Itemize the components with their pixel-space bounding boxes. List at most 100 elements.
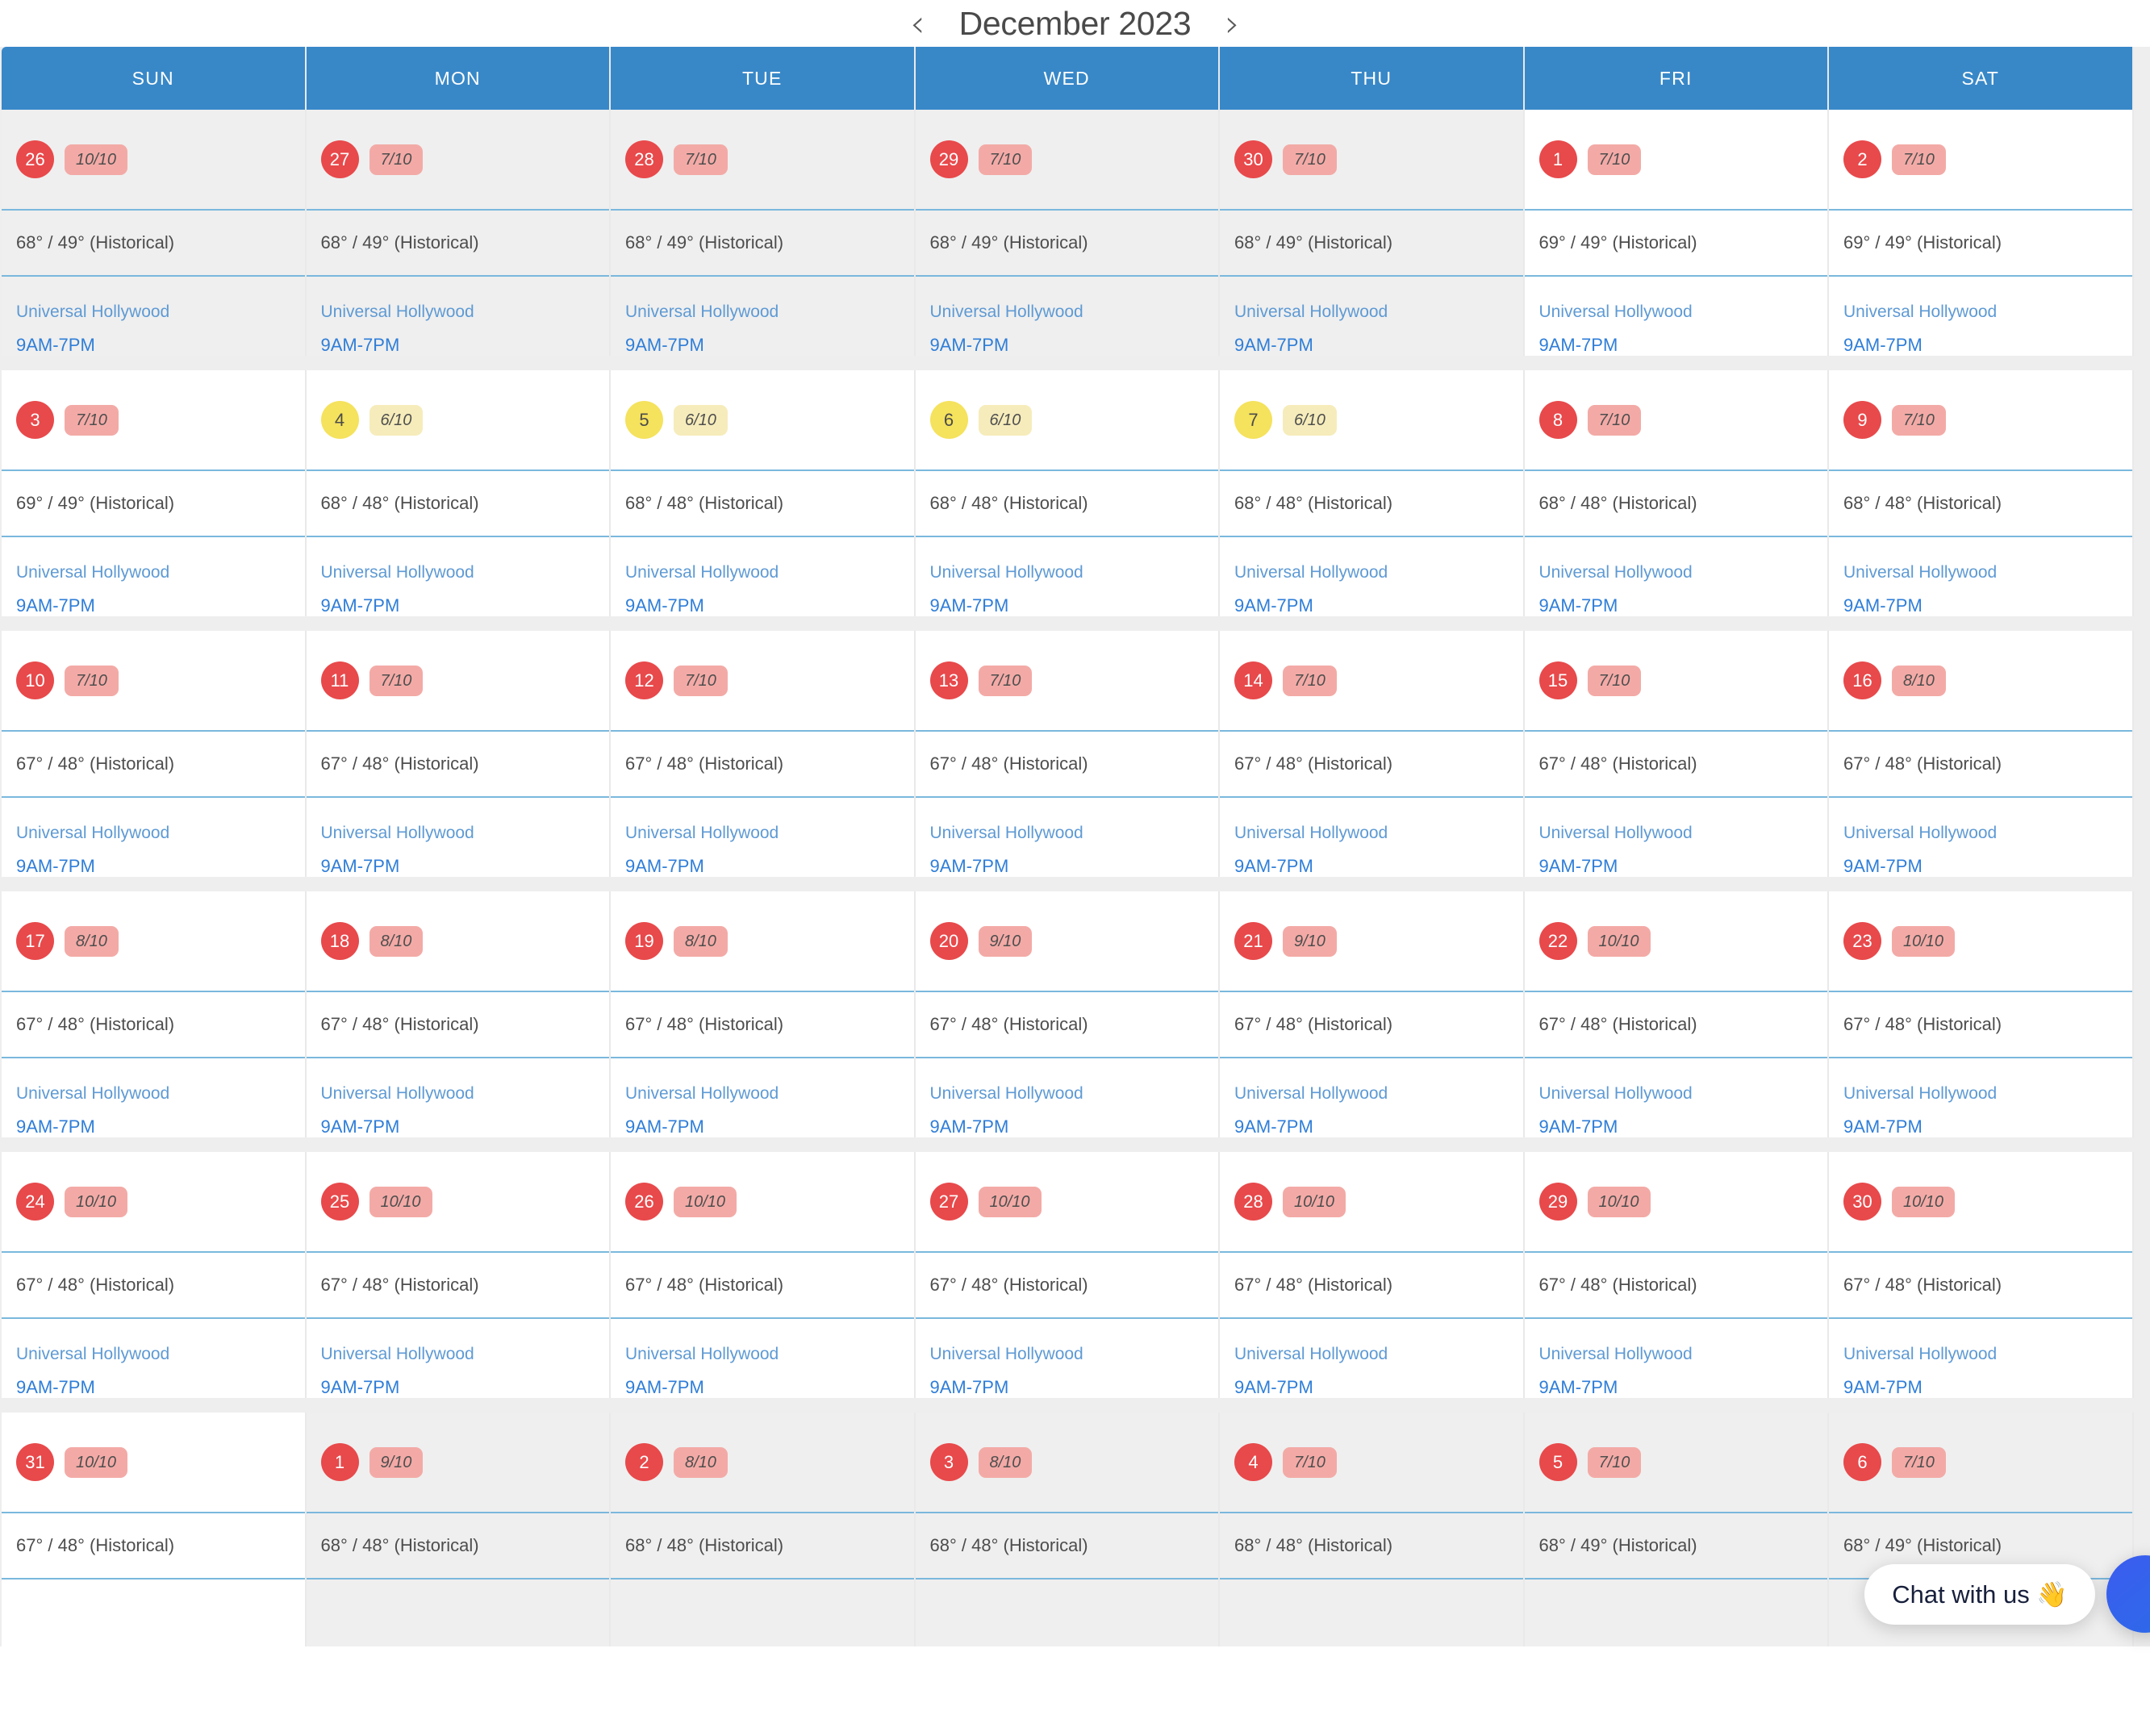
chat-widget[interactable]: Chat with us 👋 [1864, 1555, 2150, 1633]
date-badge[interactable]: 6 [929, 401, 968, 439]
day-cell-2[interactable]: 2 7/10 69° / 49° (Historical) Universal Hol… [1829, 110, 2134, 356]
date-badge[interactable]: 30 [1843, 1183, 1881, 1221]
day-cell-21[interactable]: 21 9/10 67° / 48° (Historical) Universal Ho… [1220, 891, 1525, 1137]
date-badge[interactable]: 27 [320, 140, 359, 178]
day-cell-26[interactable]: 26 10/10 68° / 49° (Historical) Universal H… [2, 110, 307, 356]
date-badge[interactable]: 2 [625, 1443, 663, 1481]
event-park-link[interactable]: Universal Hollywood [930, 1084, 1204, 1104]
day-cell-17[interactable]: 17 8/10 67° / 48° (Historical) Universal Ho… [2, 891, 307, 1137]
event-park-link[interactable]: Universal Hollywood [16, 1345, 290, 1364]
date-badge[interactable]: 1 [1538, 140, 1577, 178]
event-hours-link[interactable]: 9AM-7PM [16, 1116, 290, 1137]
event-hours-link[interactable]: 9AM-7PM [1539, 856, 1814, 877]
event-park-link[interactable]: Universal Hollywood [321, 824, 595, 843]
date-badge[interactable]: 10 [16, 661, 54, 699]
event-park-link[interactable]: Universal Hollywood [1843, 563, 2118, 582]
day-cell-27[interactable]: 27 10/10 67° / 48° (Historical) Universal H… [915, 1152, 1220, 1398]
event-hours-link[interactable]: 9AM-7PM [1539, 1377, 1814, 1398]
date-badge[interactable]: 1 [320, 1443, 359, 1481]
event-park-link[interactable]: Universal Hollywood [321, 1345, 595, 1364]
day-cell-20[interactable]: 20 9/10 67° / 48° (Historical) Universal Ho… [915, 891, 1220, 1137]
day-cell-1[interactable]: 1 7/10 69° / 49° (Historical) Universal Hol… [1524, 110, 1829, 356]
day-cell-26[interactable]: 26 10/10 67° / 48° (Historical) Universal H… [611, 1152, 916, 1398]
day-cell-13[interactable]: 13 7/10 67° / 48° (Historical) Universal Ho… [915, 631, 1220, 877]
event-hours-link[interactable]: 9AM-7PM [930, 595, 1204, 616]
event-park-link[interactable]: Universal Hollywood [625, 303, 900, 322]
event-park-link[interactable]: Universal Hollywood [930, 563, 1204, 582]
event-hours-link[interactable]: 9AM-7PM [16, 335, 290, 356]
day-cell-6[interactable]: 6 6/10 68° / 48° (Historical) Universal Hol… [915, 370, 1220, 616]
date-badge[interactable]: 7 [1234, 401, 1272, 439]
day-cell-18[interactable]: 18 8/10 67° / 48° (Historical) Universal Ho… [306, 891, 611, 1137]
day-cell-28[interactable]: 28 7/10 68° / 49° (Historical) Universal Ho… [611, 110, 916, 356]
day-cell-30[interactable]: 30 10/10 67° / 48° (Historical) Universal H… [1829, 1152, 2134, 1398]
event-park-link[interactable]: Universal Hollywood [16, 563, 290, 582]
event-hours-link[interactable]: 9AM-7PM [625, 335, 900, 356]
date-badge[interactable]: 8 [1538, 401, 1577, 439]
day-cell-11[interactable]: 11 7/10 67° / 48° (Historical) Universal Ho… [306, 631, 611, 877]
date-badge[interactable]: 5 [1538, 1443, 1577, 1481]
chat-launcher-icon[interactable] [2106, 1555, 2150, 1633]
event-hours-link[interactable]: 9AM-7PM [1843, 1377, 2118, 1398]
event-park-link[interactable]: Universal Hollywood [625, 824, 900, 843]
day-cell-29[interactable]: 29 10/10 67° / 48° (Historical) Universal H… [1524, 1152, 1829, 1398]
event-hours-link[interactable]: 9AM-7PM [1234, 1116, 1509, 1137]
date-badge[interactable]: 13 [929, 661, 968, 699]
event-hours-link[interactable]: 9AM-7PM [1843, 1116, 2118, 1137]
day-cell-5[interactable]: 5 7/10 68° / 49° (Historical) [1524, 1413, 1829, 1646]
day-cell-29[interactable]: 29 7/10 68° / 49° (Historical) Universal Ho… [915, 110, 1220, 356]
date-badge[interactable]: 16 [1843, 661, 1881, 699]
date-badge[interactable]: 18 [320, 922, 359, 960]
event-hours-link[interactable]: 9AM-7PM [1234, 856, 1509, 877]
event-hours-link[interactable]: 9AM-7PM [625, 1377, 900, 1398]
event-hours-link[interactable]: 9AM-7PM [1234, 335, 1509, 356]
date-badge[interactable]: 29 [929, 140, 968, 178]
previous-month-icon[interactable]: ‹ [907, 5, 928, 42]
day-cell-3[interactable]: 3 8/10 68° / 48° (Historical) [915, 1413, 1220, 1646]
date-badge[interactable]: 26 [625, 1183, 663, 1221]
event-park-link[interactable]: Universal Hollywood [1843, 1345, 2118, 1364]
event-hours-link[interactable]: 9AM-7PM [1234, 595, 1509, 616]
date-badge[interactable]: 3 [929, 1443, 968, 1481]
date-badge[interactable]: 29 [1538, 1183, 1577, 1221]
event-hours-link[interactable]: 9AM-7PM [321, 1377, 595, 1398]
event-hours-link[interactable]: 9AM-7PM [930, 335, 1204, 356]
event-park-link[interactable]: Universal Hollywood [1234, 303, 1509, 322]
date-badge[interactable]: 27 [929, 1183, 968, 1221]
event-hours-link[interactable]: 9AM-7PM [1843, 595, 2118, 616]
date-badge[interactable]: 26 [16, 140, 54, 178]
event-park-link[interactable]: Universal Hollywood [1234, 563, 1509, 582]
date-badge[interactable]: 22 [1538, 922, 1577, 960]
event-park-link[interactable]: Universal Hollywood [1539, 824, 1814, 843]
event-park-link[interactable]: Universal Hollywood [16, 824, 290, 843]
event-park-link[interactable]: Universal Hollywood [930, 1345, 1204, 1364]
date-badge[interactable]: 3 [16, 401, 54, 439]
next-month-icon[interactable]: › [1221, 5, 1242, 42]
day-cell-19[interactable]: 19 8/10 67° / 48° (Historical) Universal Ho… [611, 891, 916, 1137]
date-badge[interactable]: 6 [1843, 1443, 1881, 1481]
event-park-link[interactable]: Universal Hollywood [930, 824, 1204, 843]
date-badge[interactable]: 24 [16, 1183, 54, 1221]
day-cell-30[interactable]: 30 7/10 68° / 49° (Historical) Universal Ho… [1220, 110, 1525, 356]
event-park-link[interactable]: Universal Hollywood [1843, 1084, 2118, 1104]
date-badge[interactable]: 11 [320, 661, 359, 699]
date-badge[interactable]: 17 [16, 922, 54, 960]
chat-with-us-button[interactable]: Chat with us 👋 [1864, 1563, 2095, 1625]
event-park-link[interactable]: Universal Hollywood [321, 1084, 595, 1104]
day-cell-25[interactable]: 25 10/10 67° / 48° (Historical) Universal H… [306, 1152, 611, 1398]
event-park-link[interactable]: Universal Hollywood [1539, 303, 1814, 322]
date-badge[interactable]: 23 [1843, 922, 1881, 960]
event-hours-link[interactable]: 9AM-7PM [930, 1116, 1204, 1137]
event-park-link[interactable]: Universal Hollywood [1234, 824, 1509, 843]
event-park-link[interactable]: Universal Hollywood [321, 303, 595, 322]
date-badge[interactable]: 19 [625, 922, 663, 960]
event-park-link[interactable]: Universal Hollywood [1234, 1345, 1509, 1364]
day-cell-9[interactable]: 9 7/10 68° / 48° (Historical) Universal Hol… [1829, 370, 2134, 616]
day-cell-8[interactable]: 8 7/10 68° / 48° (Historical) Universal Hol… [1524, 370, 1829, 616]
date-badge[interactable]: 28 [625, 140, 663, 178]
day-cell-14[interactable]: 14 7/10 67° / 48° (Historical) Universal Ho… [1220, 631, 1525, 877]
day-cell-28[interactable]: 28 10/10 67° / 48° (Historical) Universal H… [1220, 1152, 1525, 1398]
day-cell-12[interactable]: 12 7/10 67° / 48° (Historical) Universal Ho… [611, 631, 916, 877]
event-hours-link[interactable]: 9AM-7PM [625, 595, 900, 616]
event-hours-link[interactable]: 9AM-7PM [625, 856, 900, 877]
